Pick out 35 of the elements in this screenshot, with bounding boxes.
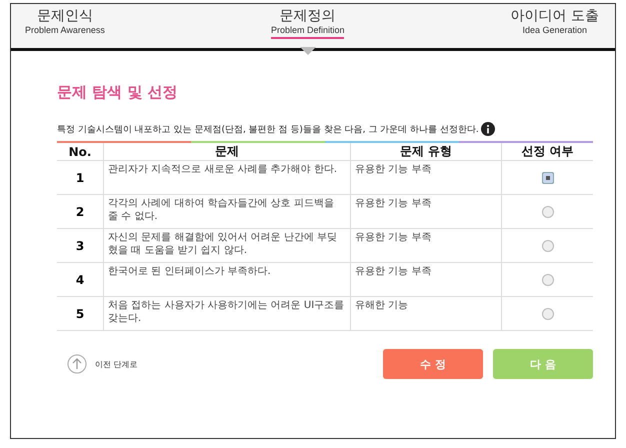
- table-cell: 유용한 기능 부족: [350, 262, 502, 296]
- radio-button[interactable]: [542, 172, 554, 184]
- step-title[interactable]: 아이디어 도출: [510, 8, 599, 25]
- row-number: 1: [57, 160, 104, 194]
- column-header: 선정 여부: [502, 143, 593, 160]
- table-cell: 각각의 사례에 대하여 학습자들간에 상호 피드백을 줄 수 없다.: [104, 194, 350, 228]
- step-subtitle: Idea Generation: [522, 25, 588, 37]
- table-cell: 유해한 기능: [350, 296, 502, 330]
- column-header: 문제 유형: [350, 143, 502, 160]
- radio-button[interactable]: [542, 206, 554, 218]
- table-cell: 유용한 기능 부족: [350, 228, 502, 262]
- step-subtitle: Problem Awareness: [25, 25, 105, 37]
- info-icon[interactable]: [480, 122, 495, 136]
- radio-button[interactable]: [542, 274, 554, 286]
- radio-button[interactable]: [542, 240, 554, 252]
- row-number: 3: [57, 228, 104, 262]
- step-title[interactable]: 문제정의: [280, 8, 336, 25]
- table-cell: 자신의 문제를 해결함에 있어서 어려운 난간에 부딪혔을 때 도움을 받기 쉽지 않다.: [104, 228, 350, 262]
- table-cell: 유용한 기능 부족: [350, 194, 502, 228]
- column-header: 문제: [104, 143, 350, 160]
- table-cell: 처음 접하는 사용자가 사용하기에는 어려운 UI구조를 갖는다.: [104, 296, 350, 330]
- table-cell: 관리자가 지속적으로 새로운 사례를 추가해야 한다.: [104, 160, 350, 194]
- row-number: 5: [57, 296, 104, 330]
- step-title[interactable]: 문제인식: [36, 8, 93, 25]
- back-link[interactable]: 이전 단계로: [95, 358, 138, 370]
- section-heading: 문제 탐색 및 선정: [57, 83, 179, 102]
- step-subtitle: Problem Definition: [270, 25, 344, 39]
- pointer-icon: [300, 47, 316, 55]
- column-header: No.: [57, 143, 104, 160]
- row-number: 2: [57, 194, 104, 228]
- table-cell: 유용한 기능 부족: [350, 160, 502, 194]
- table-cell: 한국어로 된 인터페이스가 부족하다.: [104, 262, 350, 296]
- radio-button[interactable]: [542, 308, 554, 320]
- row-number: 4: [57, 262, 104, 296]
- description: 특정 기술시스템이 내포하고 있는 문제점(단점, 불편한 점 등)들을 찾은 다음, 그 가운데 하나를 선정한다.: [57, 124, 479, 136]
